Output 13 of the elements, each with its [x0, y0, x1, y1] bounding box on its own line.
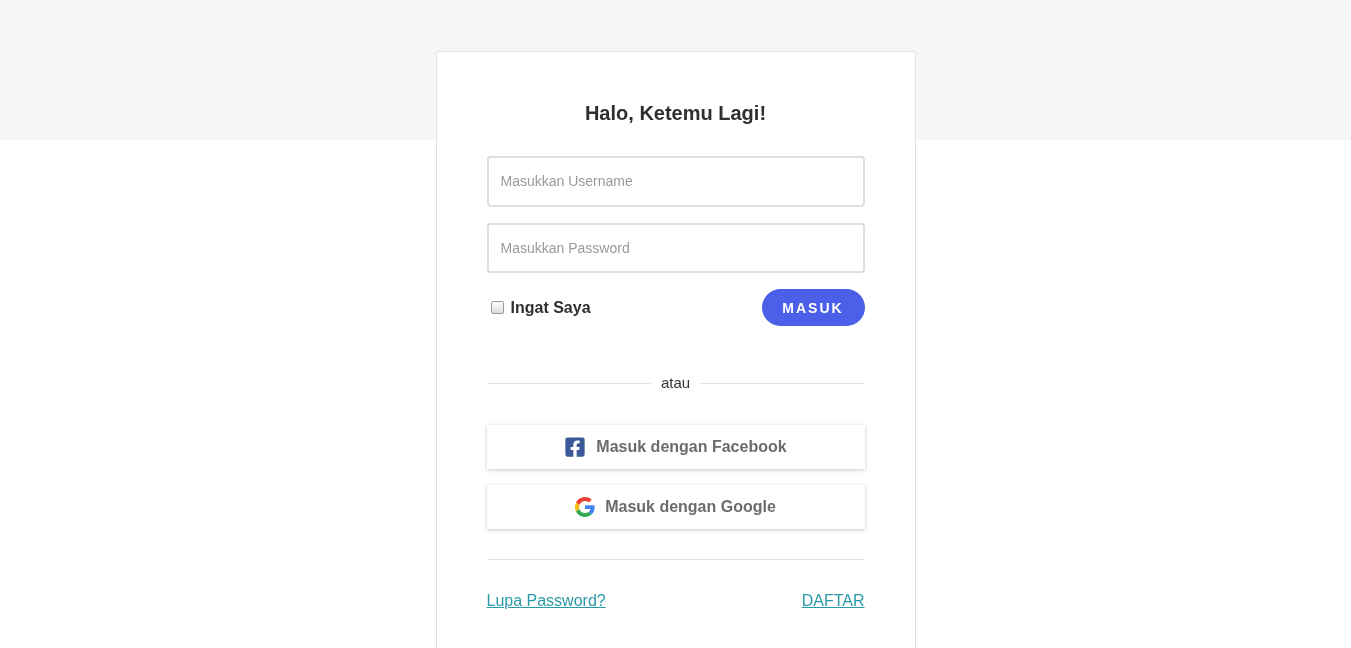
username-field[interactable]: Masukkan Username: [486, 156, 865, 207]
remember-label: Ingat Saya: [510, 298, 591, 317]
remember-checkbox[interactable]: [490, 301, 504, 315]
facebook-login-button[interactable]: Masuk dengan Facebook: [486, 425, 865, 470]
forgot-password-link[interactable]: Lupa Password?: [486, 591, 606, 611]
login-button[interactable]: MASUK: [761, 289, 865, 327]
google-login-button[interactable]: Masuk dengan Google: [486, 485, 865, 529]
divider-label: atau: [660, 373, 691, 394]
register-link[interactable]: DAFTAR: [801, 591, 865, 611]
google-logo-icon: [575, 497, 596, 518]
password-field[interactable]: Masukkan Password: [486, 222, 865, 274]
facebook-logo-icon: [564, 436, 587, 459]
login-title: Halo, Ketemu Lagi!: [584, 101, 767, 125]
